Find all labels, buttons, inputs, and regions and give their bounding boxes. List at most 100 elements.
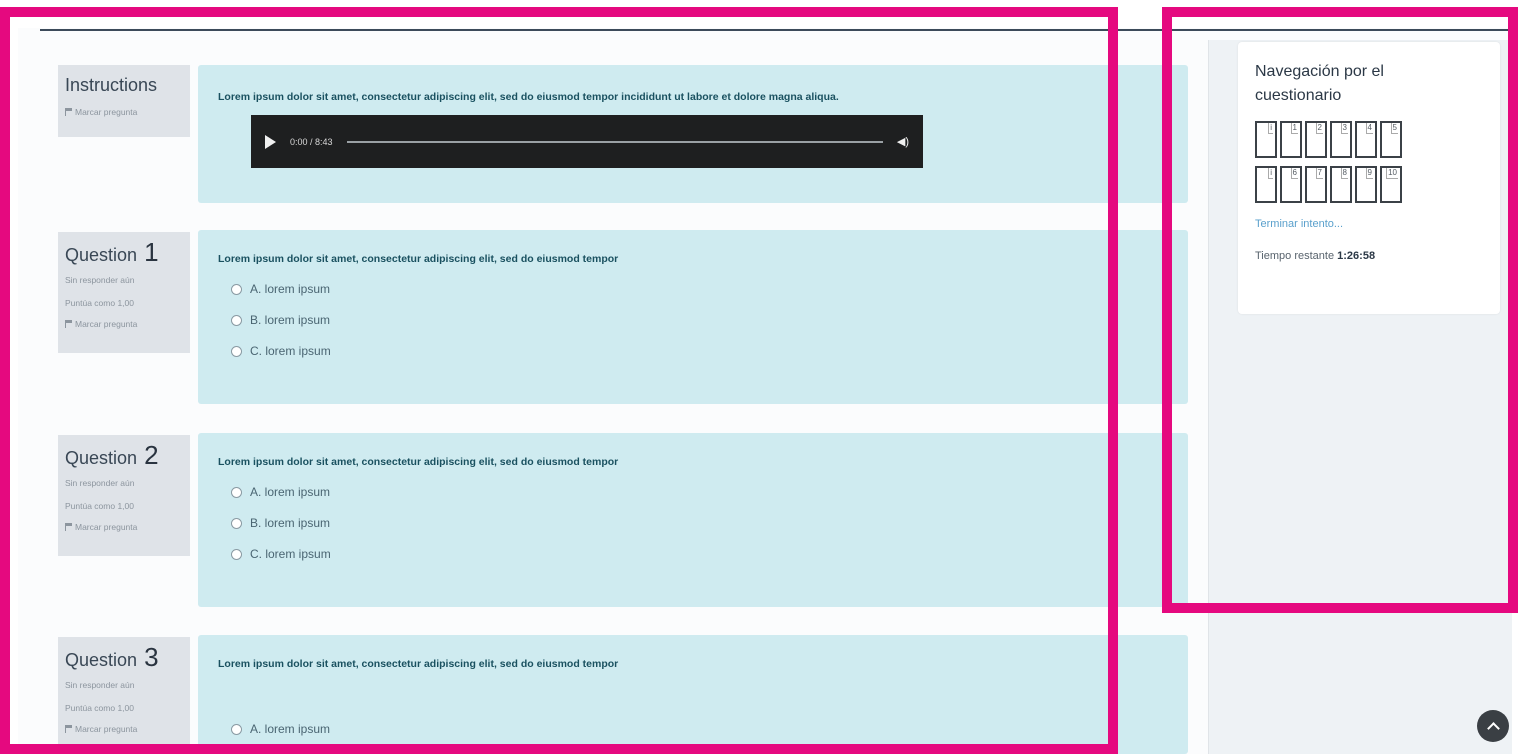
answer-option-b[interactable]: B. lorem ipsum (218, 313, 1168, 327)
quiz-page: Instructions Marcar pregunta Lorem ipsum… (0, 0, 1518, 754)
nav-button[interactable]: 4 (1355, 121, 1377, 158)
flag-question-link[interactable]: Marcar pregunta (65, 107, 183, 117)
time-remaining: Tiempo restante 1:26:58 (1255, 250, 1483, 262)
question-3-title: Question 3 (65, 642, 183, 672)
chevron-up-icon (1486, 721, 1500, 735)
question-label: Question (65, 650, 138, 670)
answer-option-a[interactable]: A. lorem ipsum (218, 722, 1168, 736)
nav-button-label: i (1268, 168, 1273, 179)
header-divider (40, 29, 1512, 31)
question-3-info: Question 3 Sin responder aún Puntúa como… (58, 637, 190, 754)
nav-button[interactable]: i (1255, 121, 1277, 158)
flag-icon (65, 320, 72, 328)
audio-player[interactable]: 0:00 / 8:43 ◀) (251, 115, 923, 168)
time-value: 1:26:58 (1337, 250, 1376, 262)
question-score: Puntúa como 1,00 (65, 501, 134, 511)
flag-label: Marcar pregunta (75, 319, 138, 329)
radio-button[interactable] (231, 314, 242, 326)
question-2-info: Question 2 Sin responder aún Puntúa como… (58, 435, 190, 556)
audio-progress-track[interactable] (346, 140, 883, 143)
question-nav-grid: i 1 2 3 4 5 i 6 7 8 9 10 (1255, 121, 1483, 203)
nav-button-label: 8 (1340, 168, 1348, 179)
nav-button[interactable]: 6 (1280, 166, 1302, 203)
quiz-navigation-title: Navegación por el cuestionario (1255, 63, 1384, 104)
nav-button[interactable]: 7 (1305, 166, 1327, 203)
flag-icon (65, 108, 72, 116)
question-score: Puntúa como 1,00 (65, 703, 134, 713)
nav-button-label: 5 (1390, 123, 1398, 134)
nav-button[interactable]: 9 (1355, 166, 1377, 203)
question-1-content: Lorem ipsum dolor sit amet, consectetur … (198, 230, 1188, 404)
question-label: Question (65, 245, 138, 265)
flag-question-link[interactable]: Marcar pregunta (65, 522, 183, 532)
option-label: A. lorem ipsum (250, 282, 331, 296)
flag-question-link[interactable]: Marcar pregunta (65, 724, 183, 734)
flag-icon (65, 523, 72, 531)
option-label: C. lorem ipsum (250, 344, 331, 358)
instructions-title: Instructions (65, 75, 158, 95)
nav-button-label: 2 (1315, 123, 1323, 134)
nav-button-label: 10 (1386, 168, 1398, 179)
question-label: Question (65, 448, 138, 468)
flag-label: Marcar pregunta (75, 724, 138, 734)
question-status: Sin responder aún (65, 680, 135, 690)
nav-button-label: 6 (1290, 168, 1298, 179)
volume-icon[interactable]: ◀) (897, 135, 909, 148)
question-2-title: Question 2 (65, 440, 183, 470)
option-label: A. lorem ipsum (250, 485, 331, 499)
instructions-info: Instructions Marcar pregunta (58, 65, 190, 137)
nav-button[interactable]: 10 (1380, 166, 1402, 203)
radio-button[interactable] (231, 486, 242, 498)
nav-button-label: i (1268, 123, 1273, 134)
nav-button[interactable]: 5 (1380, 121, 1402, 158)
nav-button-label: 7 (1315, 168, 1323, 179)
instructions-text: Lorem ipsum dolor sit amet, consectetur … (218, 91, 839, 103)
radio-button[interactable] (231, 345, 242, 357)
flag-label: Marcar pregunta (75, 107, 138, 117)
nav-button[interactable]: 2 (1305, 121, 1327, 158)
instructions-content: Lorem ipsum dolor sit amet, consectetur … (198, 65, 1188, 203)
nav-button[interactable]: 3 (1330, 121, 1352, 158)
nav-button[interactable]: 8 (1330, 166, 1352, 203)
radio-button[interactable] (231, 548, 242, 560)
nav-button[interactable]: 1 (1280, 121, 1302, 158)
question-number: 1 (144, 237, 159, 267)
answer-option-a[interactable]: A. lorem ipsum (218, 485, 1168, 499)
radio-button[interactable] (231, 723, 242, 735)
question-2-content: Lorem ipsum dolor sit amet, consectetur … (198, 433, 1188, 607)
question-status: Sin responder aún (65, 275, 135, 285)
nav-button-label: 9 (1365, 168, 1373, 179)
radio-button[interactable] (231, 283, 242, 295)
nav-button-label: 4 (1365, 123, 1373, 134)
answer-option-b[interactable]: B. lorem ipsum (218, 516, 1168, 530)
flag-question-link[interactable]: Marcar pregunta (65, 319, 183, 329)
nav-button-label: 3 (1340, 123, 1348, 134)
question-score: Puntúa como 1,00 (65, 298, 134, 308)
question-1-info: Question 1 Sin responder aún Puntúa como… (58, 232, 190, 353)
question-number: 2 (144, 440, 159, 470)
question-text: Lorem ipsum dolor sit amet, consectetur … (218, 253, 619, 265)
quiz-navigation-panel: Navegación por el cuestionario i 1 2 3 4… (1238, 42, 1500, 314)
time-label: Tiempo restante (1255, 250, 1335, 262)
question-number: 3 (144, 642, 159, 672)
question-text: Lorem ipsum dolor sit amet, consectetur … (218, 456, 619, 468)
answer-option-a[interactable]: A. lorem ipsum (218, 282, 1168, 296)
nav-button-label: 1 (1290, 123, 1298, 134)
option-label: A. lorem ipsum (250, 722, 331, 736)
flag-label: Marcar pregunta (75, 522, 138, 532)
finish-attempt-link[interactable]: Terminar intento... (1255, 218, 1483, 230)
question-status: Sin responder aún (65, 478, 135, 488)
nav-button[interactable]: i (1255, 166, 1277, 203)
audio-time: 0:00 / 8:43 (290, 136, 333, 147)
play-icon[interactable] (265, 134, 276, 149)
scroll-to-top-button[interactable] (1477, 710, 1509, 742)
question-1-title: Question 1 (65, 237, 183, 267)
question-text: Lorem ipsum dolor sit amet, consectetur … (218, 658, 619, 670)
answer-option-c[interactable]: C. lorem ipsum (218, 344, 1168, 358)
option-label: B. lorem ipsum (250, 516, 331, 530)
question-3-content: Lorem ipsum dolor sit amet, consectetur … (198, 635, 1188, 754)
option-label: C. lorem ipsum (250, 547, 331, 561)
answer-option-c[interactable]: C. lorem ipsum (218, 547, 1168, 561)
flag-icon (65, 725, 72, 733)
radio-button[interactable] (231, 517, 242, 529)
